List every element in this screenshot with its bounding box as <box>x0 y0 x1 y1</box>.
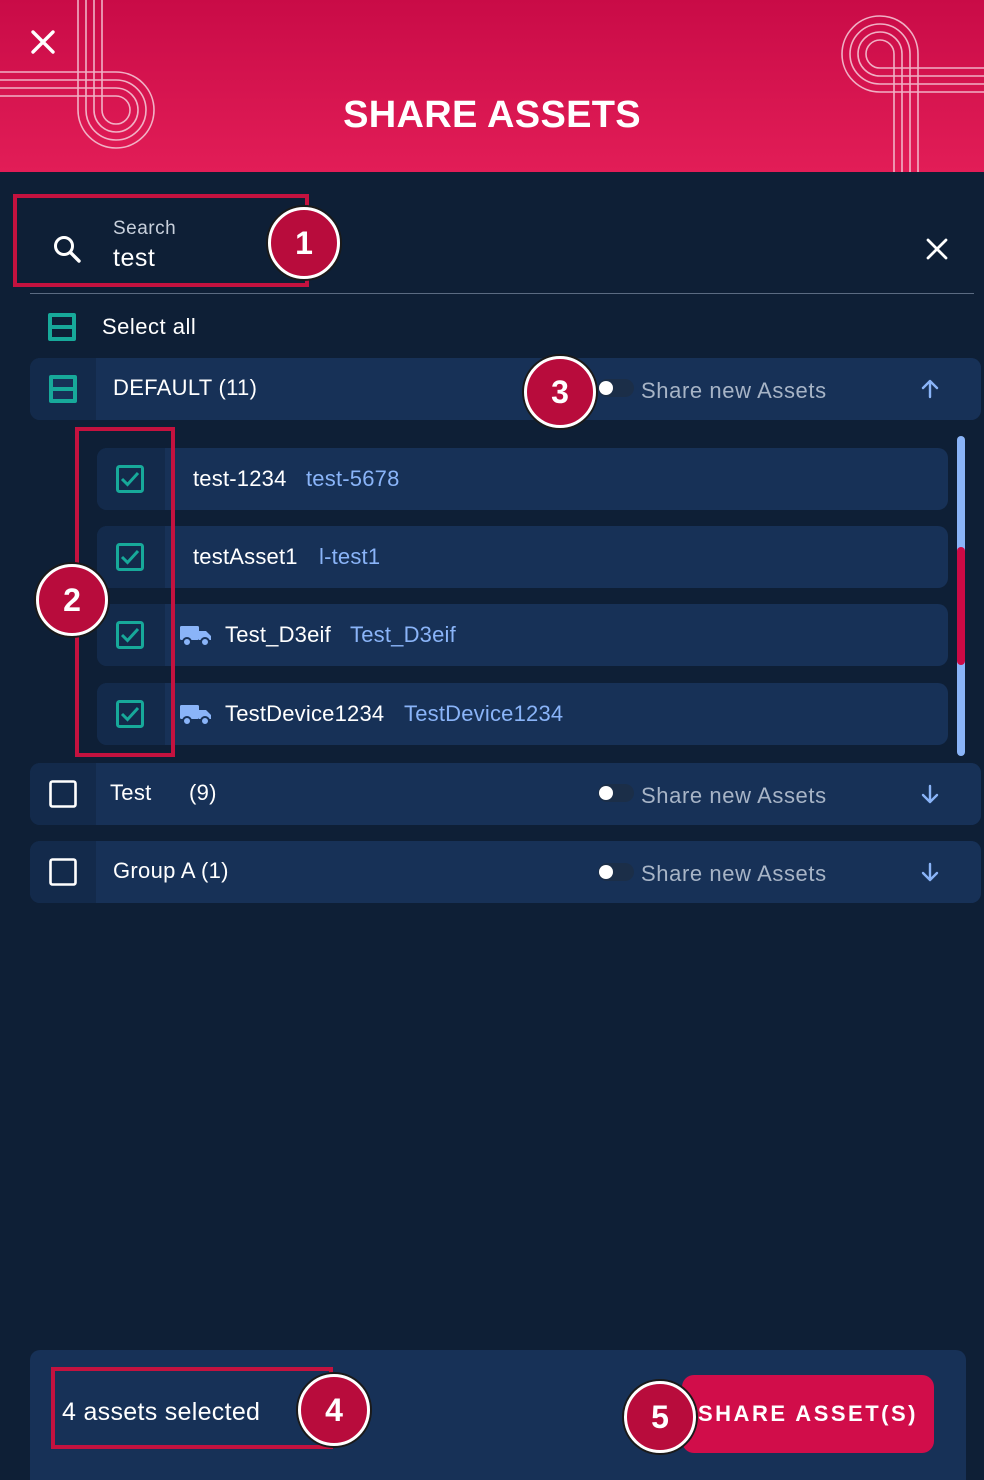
unchecked-checkbox-icon[interactable] <box>49 858 77 886</box>
indeterminate-checkbox-icon[interactable] <box>49 375 77 403</box>
asset-id: TestDevice1234 <box>404 701 564 726</box>
clear-icon[interactable] <box>924 236 950 262</box>
scrollbar-thumb[interactable] <box>957 547 965 665</box>
header-banner: SHARE ASSETS <box>0 0 984 172</box>
asset-id: Test_D3eif <box>350 622 456 647</box>
asset-row[interactable]: TestDevice1234 TestDevice1234 <box>97 683 948 745</box>
asset-row[interactable]: testAsset1 l-test1 <box>97 526 948 588</box>
close-icon[interactable] <box>28 27 58 57</box>
callout-highlight-selected-count <box>51 1367 333 1449</box>
asset-row[interactable]: Test_D3eif Test_D3eif <box>97 604 948 666</box>
toggle-knob <box>599 381 613 395</box>
group-row-test[interactable]: Test (9) <box>30 763 981 825</box>
select-all[interactable]: Select all <box>48 310 196 344</box>
asset-name: test-1234 <box>193 466 287 491</box>
callout-badge-1: 1 <box>268 207 340 279</box>
asset-row[interactable]: test-1234 test-5678 <box>97 448 948 510</box>
share-new-toggle[interactable] <box>598 784 634 802</box>
asset-name: TestDevice1234 <box>225 701 385 726</box>
unchecked-checkbox-icon[interactable] <box>49 780 77 808</box>
truck-icon <box>180 705 211 726</box>
asset-id: test-5678 <box>306 466 400 491</box>
select-all-label: Select all <box>102 314 197 339</box>
arrow-down-icon[interactable] <box>918 782 942 806</box>
callout-highlight-search <box>13 194 309 287</box>
toggle-knob <box>599 865 613 879</box>
callout-badge-2: 2 <box>36 564 108 636</box>
page-title: SHARE ASSETS <box>343 94 641 136</box>
indeterminate-checkbox-icon[interactable] <box>48 313 76 341</box>
share-new-label: Share new Assets <box>641 378 827 403</box>
arrow-up-icon[interactable] <box>918 377 942 401</box>
callout-badge-4: 4 <box>298 1374 370 1446</box>
group-label: DEFAULT (11) <box>113 375 258 400</box>
truck-icon <box>180 626 211 647</box>
asset-name: Test_D3eif <box>225 622 331 647</box>
share-new-label: Share new Assets <box>641 861 827 886</box>
callout-badge-3: 3 <box>524 356 596 428</box>
group-label: Group A (1) <box>113 858 229 883</box>
share-assets-button[interactable]: SHARE ASSET(S) <box>682 1375 934 1453</box>
decorative-lines <box>0 0 984 172</box>
toggle-knob <box>599 786 613 800</box>
group-row-group-a[interactable]: Group A (1) <box>30 841 981 903</box>
asset-id: l-test1 <box>319 544 381 569</box>
group-label: Test <box>110 780 152 805</box>
share-new-label: Share new Assets <box>641 783 827 808</box>
search-underline <box>30 293 974 294</box>
group-count: (9) <box>189 780 217 805</box>
asset-name: testAsset1 <box>193 544 298 569</box>
share-new-toggle[interactable] <box>598 863 634 881</box>
arrow-down-icon[interactable] <box>918 860 942 884</box>
group-row-default[interactable]: DEFAULT (11) <box>30 358 981 420</box>
callout-badge-5: 5 <box>624 1381 696 1453</box>
share-new-toggle[interactable] <box>598 379 634 397</box>
